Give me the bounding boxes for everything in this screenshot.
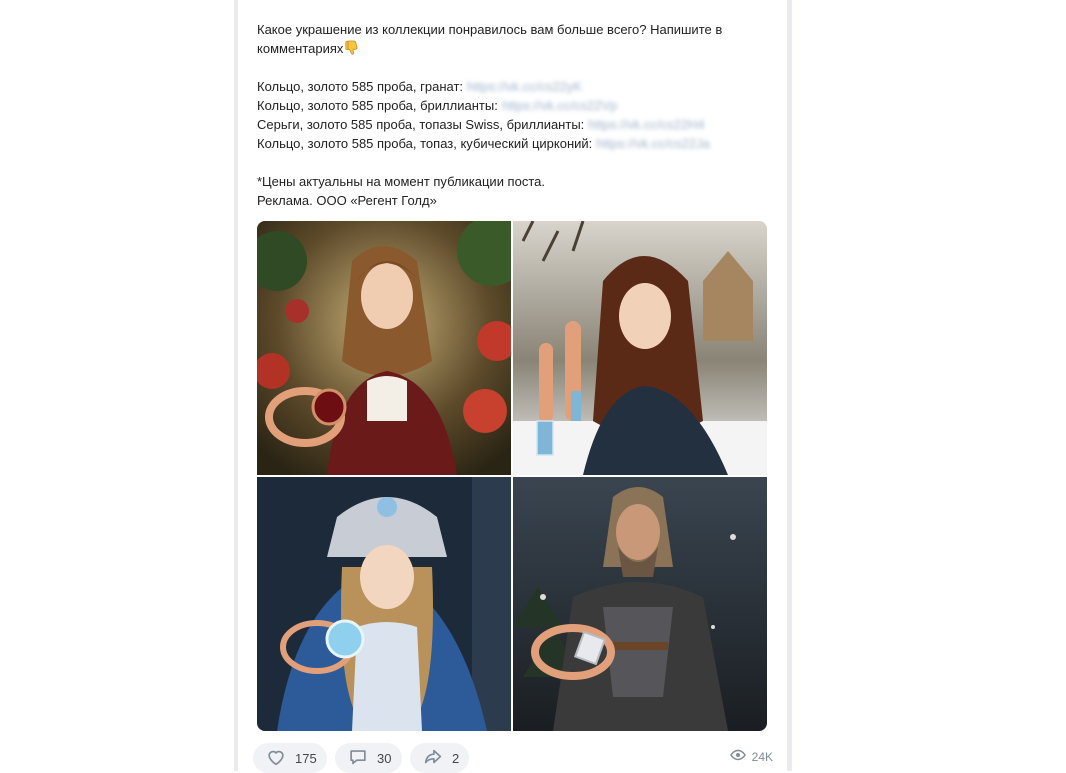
- photo-gallery: [257, 221, 767, 731]
- price-note: *Цены актуальны на момент публикации пос…: [257, 174, 545, 189]
- product-line-4: Кольцо, золото 585 проба, топаз, кубичес…: [257, 134, 777, 153]
- share-arrow-icon: [422, 746, 444, 771]
- thumbs-down-emoji-icon: [345, 40, 359, 61]
- comment-count: 30: [377, 750, 392, 766]
- snow-maiden-topaz-ring-photo-icon: [257, 477, 511, 731]
- product-link-1[interactable]: https://vk.cc/cs22yK: [467, 79, 582, 94]
- gallery-photo-2[interactable]: [513, 221, 767, 475]
- warrior-diamond-ring-photo-icon: [513, 477, 767, 731]
- share-count: 2: [452, 750, 460, 766]
- eye-icon: [729, 749, 746, 764]
- product-label-1: Кольцо, золото 585 проба, гранат:: [257, 79, 464, 94]
- heart-icon: [265, 746, 287, 771]
- product-link-3[interactable]: https://vk.cc/cs22H4: [588, 117, 704, 132]
- product-line-3: Серьги, золото 585 проба, топазы Swiss, …: [257, 115, 777, 134]
- post-intro-line-2: комментариях: [257, 39, 777, 58]
- gallery-photo-3[interactable]: [257, 477, 511, 731]
- product-link-2[interactable]: https://vk.cc/cs22Vp: [502, 98, 618, 113]
- views-count: 24K: [751, 749, 773, 764]
- product-label-3: Серьги, золото 585 проба, топазы Swiss, …: [257, 117, 585, 132]
- post-intro-line-1: Какое украшение из коллекции понравилось…: [257, 22, 723, 37]
- comment-icon: [347, 746, 369, 771]
- post-text: Какое украшение из коллекции понравилось…: [257, 20, 777, 210]
- product-label-4: Кольцо, золото 585 проба, топаз, кубичес…: [257, 136, 593, 151]
- girl-garnet-ring-photo-icon: [257, 221, 511, 475]
- girl-topaz-earrings-photo-icon: [513, 221, 767, 475]
- like-button[interactable]: 175: [253, 743, 327, 773]
- gallery-photo-1[interactable]: [257, 221, 511, 475]
- post-intro-line-2-text: комментариях: [257, 41, 344, 56]
- gallery-photo-4[interactable]: [513, 477, 767, 731]
- product-label-2: Кольцо, золото 585 проба, бриллианты:: [257, 98, 498, 113]
- share-button[interactable]: 2: [410, 743, 469, 773]
- page-background-right: [787, 0, 792, 771]
- product-link-4[interactable]: https://vk.cc/cs22Ja: [596, 136, 709, 151]
- post-card: Какое украшение из коллекции понравилось…: [238, 0, 787, 773]
- product-line-2: Кольцо, золото 585 проба, бриллианты: htt…: [257, 96, 777, 115]
- post-actions: 175 30 2 24K: [253, 743, 773, 773]
- like-count: 175: [295, 750, 317, 766]
- product-line-1: Кольцо, золото 585 проба, гранат: https:/…: [257, 77, 777, 96]
- comment-button[interactable]: 30: [335, 743, 402, 773]
- ad-disclaimer: Реклама. ООО «Регент Голд»: [257, 193, 437, 208]
- views-counter: 24K: [729, 749, 773, 764]
